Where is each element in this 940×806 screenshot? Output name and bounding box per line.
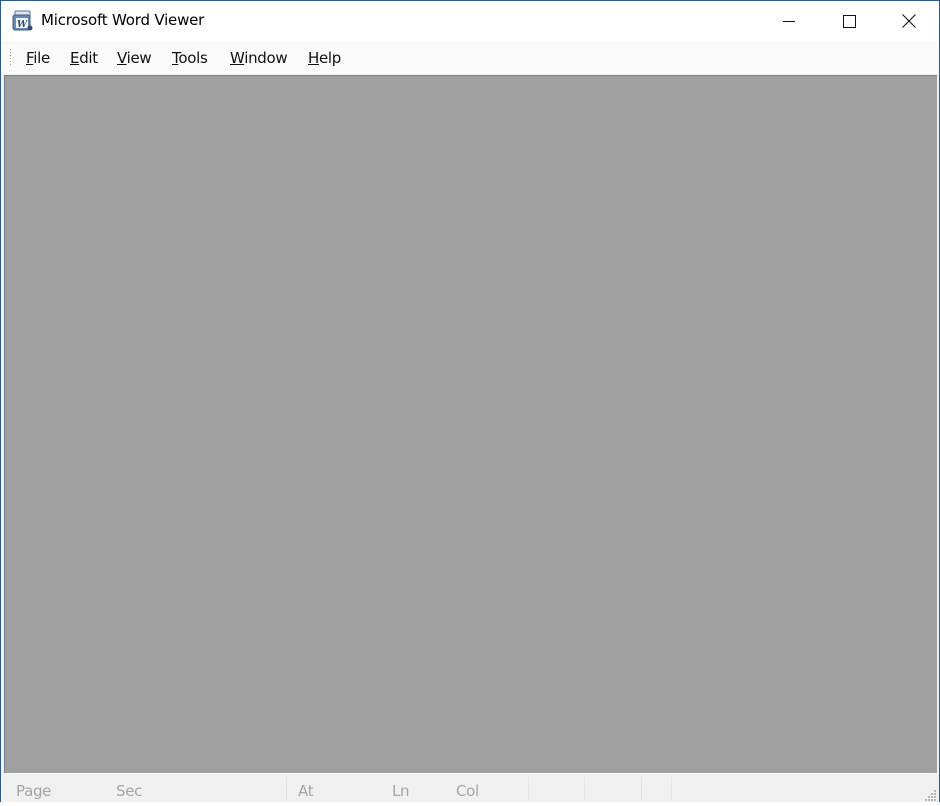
maximize-button[interactable] [819, 1, 879, 41]
minimize-icon [783, 21, 795, 22]
toolbar-grip-icon[interactable] [9, 48, 12, 68]
menu-edit[interactable]: Edit [70, 49, 98, 67]
word-viewer-icon[interactable]: W [12, 10, 34, 32]
status-column: Col [456, 782, 479, 800]
close-icon [902, 14, 916, 28]
status-divider [671, 777, 672, 800]
document-workspace[interactable] [4, 75, 937, 773]
svg-text:W: W [17, 20, 28, 30]
status-divider [641, 777, 642, 800]
menu-window[interactable]: Window [230, 49, 288, 67]
status-at: At [298, 782, 314, 800]
status-divider [584, 777, 585, 800]
menu-file[interactable]: File [26, 49, 50, 67]
maximize-icon [842, 14, 856, 28]
menu-tools[interactable]: Tools [172, 49, 208, 67]
title-bar[interactable]: W Microsoft Word Viewer [1, 1, 939, 41]
status-divider [528, 777, 529, 800]
resize-grip-icon[interactable] [925, 788, 937, 801]
close-button[interactable] [879, 1, 939, 41]
status-divider [286, 777, 287, 800]
minimize-button[interactable] [759, 1, 819, 41]
word-viewer-window: W Microsoft Word Viewer File Edit View T… [0, 0, 940, 802]
window-title: Microsoft Word Viewer [41, 11, 205, 29]
status-section: Sec [116, 782, 143, 800]
status-bar: Page Sec At Ln Col [1, 773, 939, 802]
status-line: Ln [392, 782, 410, 800]
menu-view[interactable]: View [117, 49, 152, 67]
status-page: Page [16, 782, 52, 800]
menu-help[interactable]: Help [308, 49, 341, 67]
menu-bar: File Edit View Tools Window Help [1, 41, 939, 74]
